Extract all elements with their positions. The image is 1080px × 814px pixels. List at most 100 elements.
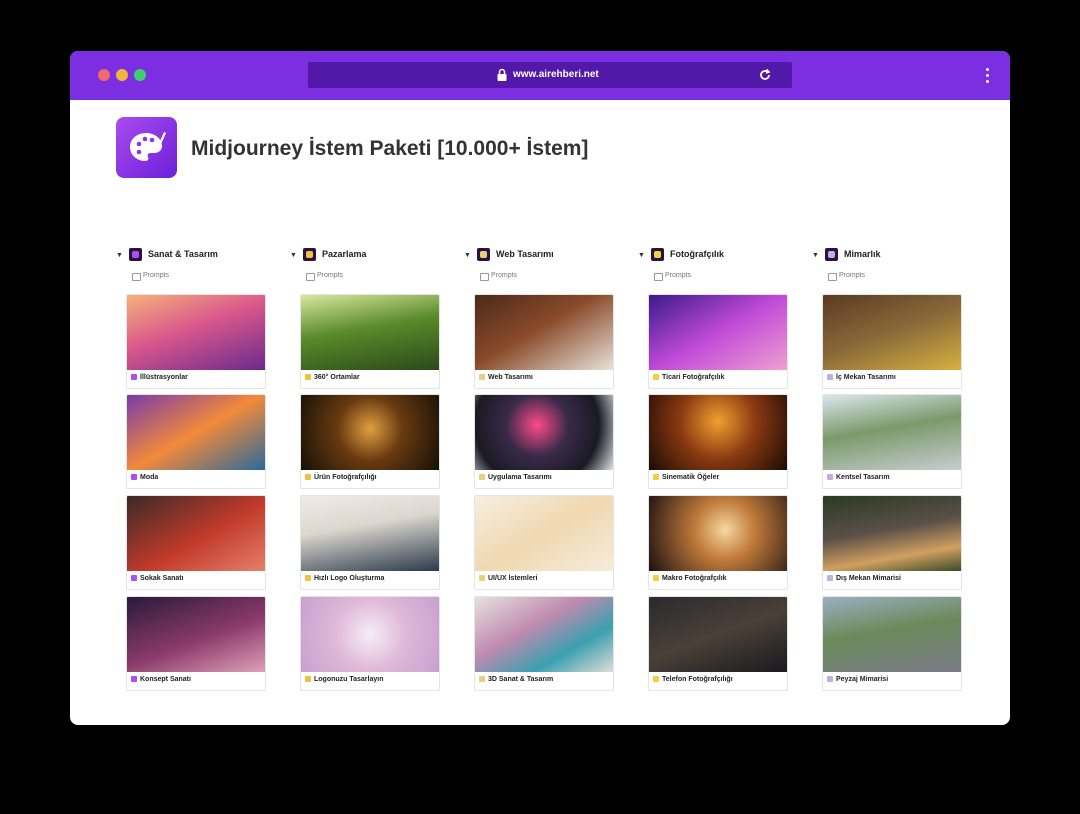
page-icon: [479, 676, 485, 682]
board-column: ▼ Fotoğrafçılık Prompts Ticari Fotoğrafçılı…: [638, 247, 788, 691]
card-thumbnail[interactable]: [127, 597, 265, 672]
card-label[interactable]: Ürün Fotoğrafçılığı: [305, 474, 377, 481]
card-label[interactable]: Telefon Fotoğrafçılığı: [653, 676, 733, 683]
gallery-card[interactable]: Telefon Fotoğrafçılığı: [648, 596, 788, 691]
caret-down-icon[interactable]: ▼: [638, 252, 645, 259]
card-label[interactable]: Hızlı Logo Oluşturma: [305, 575, 384, 582]
card-thumbnail[interactable]: [301, 597, 439, 672]
card-thumbnail[interactable]: [475, 496, 613, 571]
card-title: Dış Mekan Mimarisi: [836, 575, 901, 582]
gallery-card[interactable]: Uygulama Tasarımı: [474, 394, 614, 489]
gallery-card[interactable]: 3D Sanat & Tasarım: [474, 596, 614, 691]
card-thumbnail[interactable]: [649, 496, 787, 571]
card-label[interactable]: Web Tasarımı: [479, 374, 533, 381]
card-thumbnail[interactable]: [127, 395, 265, 470]
maximize-window-button[interactable]: [134, 69, 146, 81]
card-thumbnail[interactable]: [301, 295, 439, 370]
gallery-card[interactable]: Konsept Sanatı: [126, 596, 266, 691]
gallery-card[interactable]: Sinematik Öğeler: [648, 394, 788, 489]
card-thumbnail[interactable]: [823, 597, 961, 672]
gallery-card[interactable]: Kentsel Tasarım: [822, 394, 962, 489]
gallery-card[interactable]: UI/UX İstemleri: [474, 495, 614, 590]
card-label[interactable]: Sokak Sanatı: [131, 575, 184, 582]
card-label[interactable]: 3D Sanat & Tasarım: [479, 676, 553, 683]
gallery-card[interactable]: Web Tasarımı: [474, 294, 614, 389]
card-label[interactable]: Kentsel Tasarım: [827, 474, 890, 481]
card-label[interactable]: Moda: [131, 474, 158, 481]
caret-down-icon[interactable]: ▼: [812, 252, 819, 259]
card-title: 3D Sanat & Tasarım: [488, 676, 554, 683]
column-header[interactable]: ▼ Mimarlık: [812, 247, 962, 265]
card-thumbnail[interactable]: [301, 395, 439, 470]
card-label[interactable]: Konsept Sanatı: [131, 676, 191, 683]
card-label[interactable]: Sinematik Öğeler: [653, 474, 719, 481]
vertical-dots-icon[interactable]: [984, 68, 990, 84]
board-column: ▼ Pazarlama Prompts 360° Ortamlar Ürün Fotoğ…: [290, 247, 440, 691]
page-icon: [131, 474, 137, 480]
gallery-card[interactable]: Hızlı Logo Oluşturma: [300, 495, 440, 590]
card-thumbnail[interactable]: [823, 496, 961, 571]
caret-down-icon[interactable]: ▼: [464, 252, 471, 259]
card-label[interactable]: Peyzaj Mimarisi: [827, 676, 888, 683]
view-selector[interactable]: Prompts: [638, 271, 788, 285]
card-title: Makro Fotoğrafçılık: [662, 575, 727, 582]
card-thumbnail[interactable]: [649, 295, 787, 370]
card-title: Uygulama Tasarımı: [488, 474, 552, 481]
column-icon: [129, 248, 142, 261]
card-thumbnail[interactable]: [823, 295, 961, 370]
gallery-card[interactable]: İllüstrasyonlar: [126, 294, 266, 389]
card-thumbnail[interactable]: [475, 295, 613, 370]
page-icon: [653, 374, 659, 380]
gallery-card[interactable]: Ürün Fotoğrafçılığı: [300, 394, 440, 489]
card-label[interactable]: İllüstrasyonlar: [131, 374, 188, 381]
view-selector[interactable]: Prompts: [290, 271, 440, 285]
card-thumbnail[interactable]: [649, 395, 787, 470]
caret-down-icon[interactable]: ▼: [116, 252, 123, 259]
view-selector[interactable]: Prompts: [116, 271, 266, 285]
view-selector[interactable]: Prompts: [812, 271, 962, 285]
gallery-card[interactable]: İç Mekan Tasarımı: [822, 294, 962, 389]
caret-down-icon[interactable]: ▼: [290, 252, 297, 259]
close-window-button[interactable]: [98, 69, 110, 81]
minimize-window-button[interactable]: [116, 69, 128, 81]
gallery-card[interactable]: Moda: [126, 394, 266, 489]
card-label[interactable]: Uygulama Tasarımı: [479, 474, 552, 481]
reload-icon[interactable]: [758, 68, 772, 82]
gallery-card[interactable]: Dış Mekan Mimarisi: [822, 495, 962, 590]
gallery-card[interactable]: Makro Fotoğrafçılık: [648, 495, 788, 590]
card-label[interactable]: Makro Fotoğrafçılık: [653, 575, 727, 582]
card-thumbnail[interactable]: [475, 395, 613, 470]
view-selector[interactable]: Prompts: [464, 271, 614, 285]
card-thumbnail[interactable]: [475, 597, 613, 672]
card-thumbnail[interactable]: [127, 496, 265, 571]
view-label: Prompts: [317, 272, 344, 279]
page-icon: [479, 575, 485, 581]
card-label[interactable]: Dış Mekan Mimarisi: [827, 575, 901, 582]
gallery-card[interactable]: Peyzaj Mimarisi: [822, 596, 962, 691]
card-title: Sokak Sanatı: [140, 575, 184, 582]
page-icon: [827, 374, 833, 380]
view-label: Prompts: [839, 272, 866, 279]
card-label[interactable]: Logonuzu Tasarlayın: [305, 676, 384, 683]
card-thumbnail[interactable]: [301, 496, 439, 571]
gallery-card[interactable]: Ticari Fotoğrafçılık: [648, 294, 788, 389]
card-label[interactable]: 360° Ortamlar: [305, 374, 360, 381]
emoji-icon: [132, 251, 139, 258]
card-thumbnail[interactable]: [127, 295, 265, 370]
card-label[interactable]: UI/UX İstemleri: [479, 575, 537, 582]
address-bar[interactable]: www.airehberi.net: [308, 62, 792, 88]
view-label: Prompts: [143, 272, 170, 279]
gallery-card[interactable]: 360° Ortamlar: [300, 294, 440, 389]
gallery-card[interactable]: Logonuzu Tasarlayın: [300, 596, 440, 691]
gallery-card[interactable]: Sokak Sanatı: [126, 495, 266, 590]
browser-window: www.airehberi.net Midjourney İstem Paket…: [70, 51, 1010, 725]
column-header[interactable]: ▼ Web Tasarımı: [464, 247, 614, 265]
column-header[interactable]: ▼ Fotoğrafçılık: [638, 247, 788, 265]
column-header[interactable]: ▼ Pazarlama: [290, 247, 440, 265]
column-header[interactable]: ▼ Sanat & Tasarım: [116, 247, 266, 265]
card-thumbnail[interactable]: [823, 395, 961, 470]
card-label[interactable]: İç Mekan Tasarımı: [827, 374, 896, 381]
card-thumbnail[interactable]: [649, 597, 787, 672]
card-label[interactable]: Ticari Fotoğrafçılık: [653, 374, 725, 381]
card-title: Telefon Fotoğrafçılığı: [662, 676, 733, 683]
